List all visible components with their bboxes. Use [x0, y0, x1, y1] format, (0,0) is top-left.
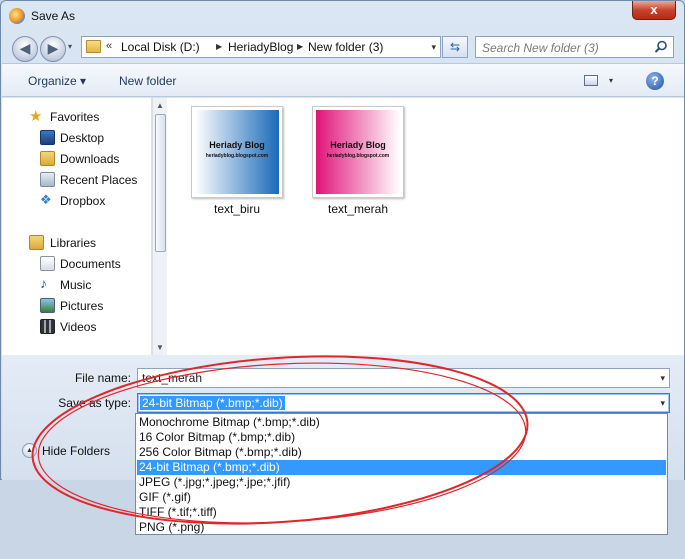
sidebar-item-label: Videos	[60, 320, 97, 334]
videos-icon	[40, 319, 55, 334]
sidebar-item-favorites[interactable]: ★ Favorites	[2, 107, 150, 127]
sidebar-item-label: Desktop	[60, 131, 105, 145]
documents-icon	[40, 256, 55, 271]
sidebar-item-downloads[interactable]: Downloads	[2, 149, 150, 169]
help-icon[interactable]: ?	[646, 72, 664, 90]
save-type-dropdown-icon[interactable]: ▾	[660, 398, 665, 409]
collapse-arrow-icon: ▲	[22, 443, 37, 458]
scroll-down-arrow-icon[interactable]: ▼	[156, 343, 164, 352]
save-type-option[interactable]: JPEG (*.jpg;*.jpeg;*.jpe;*.jfif)	[137, 475, 666, 490]
desktop-icon	[40, 130, 55, 145]
save-type-value: 24-bit Bitmap (*.bmp;*.dib)	[140, 396, 285, 410]
downloads-folder-icon	[40, 151, 55, 166]
breadcrumb-new-folder[interactable]: New folder (3)	[308, 40, 383, 54]
file-name-value: text_merah	[142, 371, 203, 385]
sidebar-heading-label: Favorites	[50, 110, 100, 124]
new-folder-button[interactable]: New folder	[119, 74, 176, 88]
sidebar-item-label: Recent Places	[60, 173, 138, 187]
view-options-dropdown[interactable]: ▾	[609, 76, 613, 85]
command-bar: Organize ▾ New folder ▾ ?	[2, 63, 684, 97]
libraries-icon	[29, 235, 44, 250]
file-thumbnail: Heriady Blog heriadyblog.blogspot.com	[312, 106, 404, 198]
save-type-select[interactable]: 24-bit Bitmap (*.bmp;*.dib) ▾	[137, 393, 670, 413]
save-type-options-list: Monochrome Bitmap (*.bmp;*.dib) 16 Color …	[135, 413, 668, 535]
search-icon[interactable]	[654, 40, 668, 54]
sidebar-item-desktop[interactable]: Desktop	[2, 128, 150, 148]
file-name-label: text_merah	[327, 202, 389, 216]
recent-places-icon	[40, 172, 55, 187]
file-thumbnail: Heriady Blog heriadyblog.blogspot.com	[191, 106, 283, 198]
refresh-button[interactable]: ⇆	[442, 36, 468, 58]
sidebar-item-recent-places[interactable]: Recent Places	[2, 170, 150, 190]
save-type-option[interactable]: TIFF (*.tif;*.tiff)	[137, 505, 666, 520]
hide-folders-label: Hide Folders	[42, 444, 111, 458]
breadcrumb-separator[interactable]: ▶	[297, 42, 303, 51]
recent-locations-dropdown[interactable]: ▾	[68, 42, 72, 51]
breadcrumb-separator[interactable]: ▶	[216, 42, 222, 51]
sidebar-item-libraries[interactable]: Libraries	[2, 233, 150, 253]
search-input[interactable]: Search New folder (3)	[475, 36, 674, 58]
sidebar-item-videos[interactable]: Videos	[2, 317, 150, 337]
save-type-option[interactable]: 24-bit Bitmap (*.bmp;*.dib)	[137, 460, 666, 475]
navigation-scrollbar[interactable]: ▲ ▼	[152, 98, 167, 355]
sidebar-item-label: Dropbox	[60, 194, 106, 208]
save-type-option[interactable]: GIF (*.gif)	[137, 490, 666, 505]
breadcrumb-local-disk[interactable]: Local Disk (D:)	[121, 40, 200, 54]
navigation-pane: ★ Favorites Desktop Downloads Recent Pla…	[2, 98, 152, 355]
dropbox-icon: ❖	[40, 192, 52, 207]
save-type-option[interactable]: 16 Color Bitmap (*.bmp;*.dib)	[137, 430, 666, 445]
thumbnail-title: Heriady Blog	[209, 140, 265, 150]
address-bar[interactable]: « Local Disk (D:) ▶ HeriadyBlog ▶ New fo…	[81, 36, 441, 58]
save-as-dialog: Save As x ◀ ▶ ▾ « Local Disk (D:) ▶ Heri…	[0, 0, 685, 480]
scrollbar-thumb[interactable]	[155, 114, 166, 252]
pictures-icon	[40, 298, 55, 313]
file-name-input[interactable]: text_merah ▾	[137, 368, 670, 388]
forward-button[interactable]: ▶	[40, 36, 66, 62]
close-button[interactable]: x	[632, 1, 676, 20]
thumbnail-image: Heriady Blog heriadyblog.blogspot.com	[195, 110, 279, 194]
change-view-icon[interactable]	[584, 75, 598, 86]
sidebar-item-pictures[interactable]: Pictures	[2, 296, 150, 316]
sidebar-item-label: Music	[60, 278, 92, 292]
file-list-pane: Heriady Blog heriadyblog.blogspot.com te…	[167, 98, 684, 355]
thumbnail-title: Heriady Blog	[330, 140, 386, 150]
file-item-text-merah[interactable]: Heriady Blog heriadyblog.blogspot.com te…	[308, 106, 408, 218]
star-icon: ★	[29, 108, 43, 125]
organize-button[interactable]: Organize ▾	[28, 74, 86, 88]
sidebar-item-label: Downloads	[60, 152, 120, 166]
file-name-label: text_biru	[213, 202, 261, 216]
sidebar-item-documents[interactable]: Documents	[2, 254, 150, 274]
thumbnail-image: Heriady Blog heriadyblog.blogspot.com	[316, 110, 400, 194]
sidebar-item-label: Pictures	[60, 299, 104, 313]
save-type-label: Save as type:	[58, 396, 131, 410]
thumbnail-subtitle: heriadyblog.blogspot.com	[205, 153, 269, 159]
scroll-up-arrow-icon[interactable]: ▲	[156, 101, 164, 110]
refresh-icon: ⇆	[449, 40, 461, 54]
save-type-option[interactable]: PNG (*.png)	[137, 520, 666, 535]
title-bar[interactable]: Save As x	[1, 1, 684, 31]
file-name-dropdown-icon[interactable]: ▾	[660, 373, 665, 384]
back-button[interactable]: ◀	[12, 36, 38, 62]
sidebar-item-label: Documents	[60, 257, 121, 271]
file-name-label: File name:	[74, 371, 131, 385]
address-dropdown-icon[interactable]: ▾	[431, 42, 436, 53]
breadcrumb-heriadyblog[interactable]: HeriadyBlog	[228, 40, 293, 54]
folder-icon	[86, 40, 101, 53]
search-placeholder: Search New folder (3)	[482, 41, 599, 55]
thumbnail-subtitle: heriadyblog.blogspot.com	[326, 153, 390, 159]
overflow-chevron[interactable]: «	[106, 40, 112, 52]
sidebar-item-music[interactable]: ♪ Music	[2, 275, 150, 295]
music-icon: ♪	[40, 275, 47, 291]
save-type-option[interactable]: 256 Color Bitmap (*.bmp;*.dib)	[137, 445, 666, 460]
paint-app-icon	[9, 8, 25, 24]
sidebar-item-dropbox[interactable]: ❖ Dropbox	[2, 191, 150, 211]
sidebar-heading-label: Libraries	[50, 236, 97, 250]
save-type-option[interactable]: Monochrome Bitmap (*.bmp;*.dib)	[137, 415, 666, 430]
file-item-text-biru[interactable]: Heriady Blog heriadyblog.blogspot.com te…	[187, 106, 287, 218]
window-title: Save As	[31, 9, 76, 23]
